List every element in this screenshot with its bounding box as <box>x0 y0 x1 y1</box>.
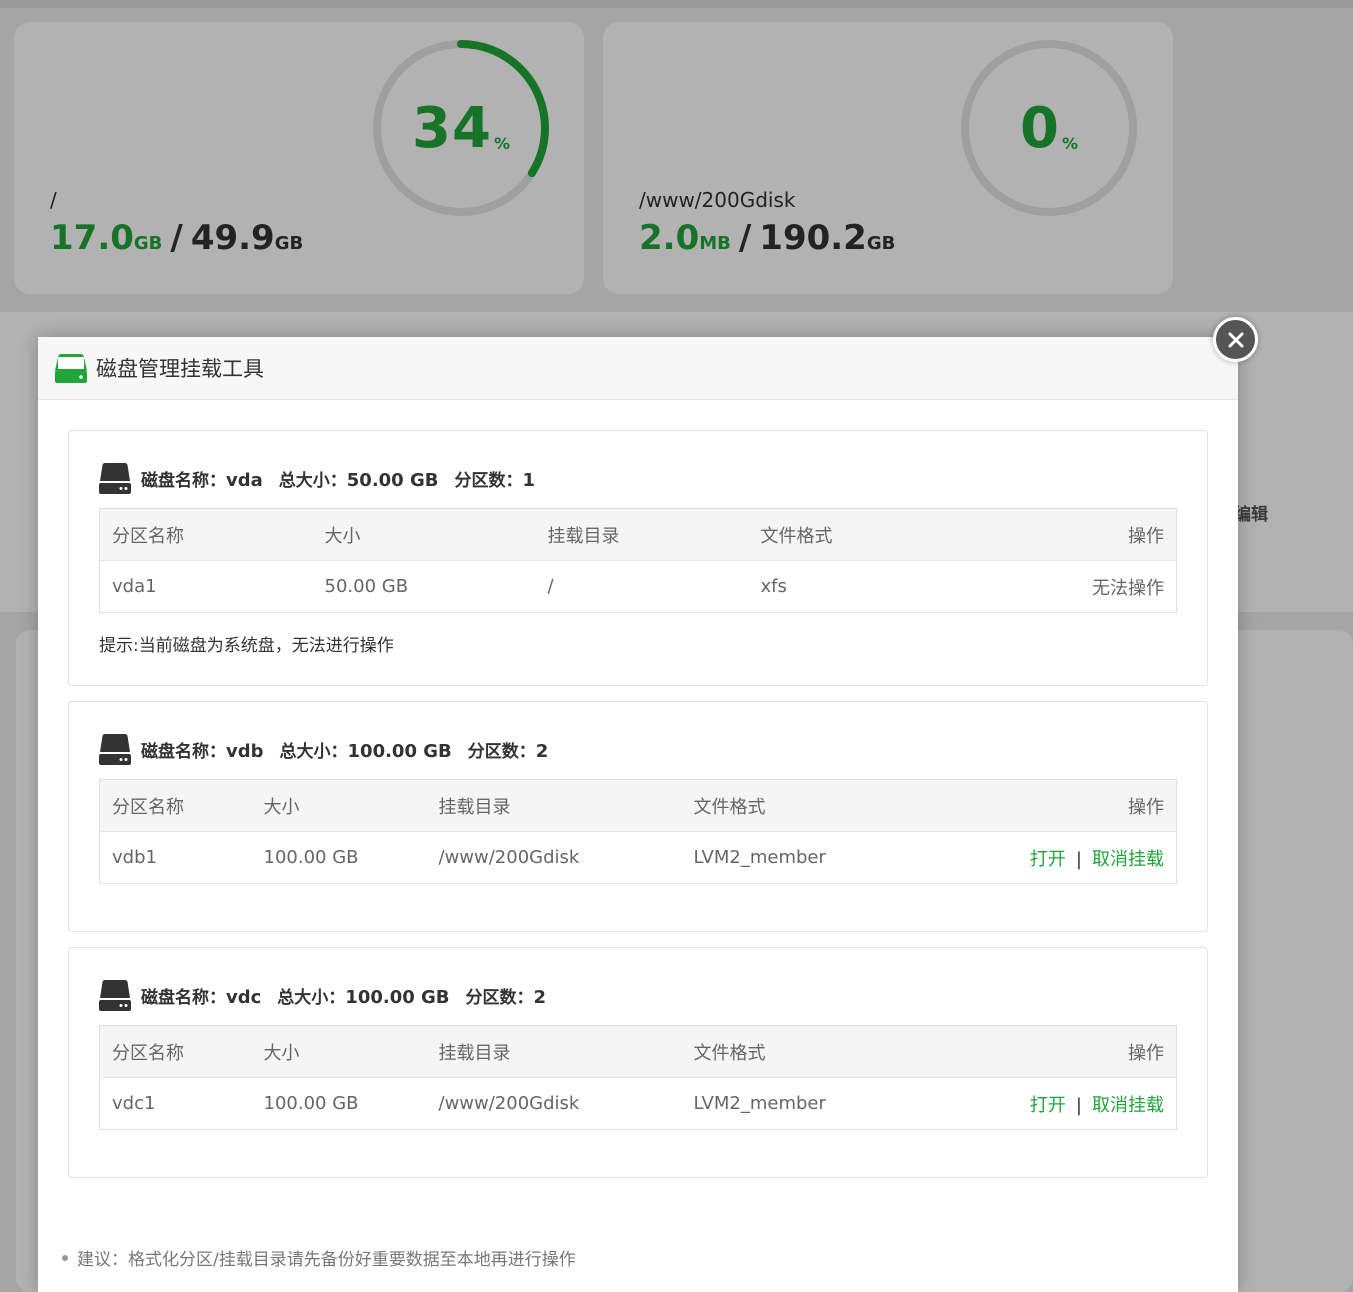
column-header: 挂载目录 <box>535 508 749 561</box>
column-header: 文件格式 <box>681 779 932 832</box>
column-header: 操作 <box>998 508 1177 561</box>
disk-header: 磁盘名称：vda 总大小：50.00 GB 分区数：1 <box>99 461 551 495</box>
table-header-row: 分区名称 大小 挂载目录 文件格式 操作 <box>99 508 1177 561</box>
disk-size-label: 总大小： <box>278 470 347 491</box>
mount-dir: / <box>547 576 554 597</box>
disk-manager-dialog: 磁盘管理挂载工具 磁盘名称：vda 总大小：50.00 GB 分区数：1 分区名… <box>38 337 1238 1292</box>
open-button[interactable]: 打开 <box>1030 1095 1066 1116</box>
disk-section-vda: 磁盘名称：vda 总大小：50.00 GB 分区数：1 分区名称 大小 挂载目录… <box>68 430 1208 686</box>
advice-note: 建议：格式化分区/挂载目录请先备份好重要数据至本地再进行操作 <box>62 1245 576 1270</box>
column-header: 文件格式 <box>748 508 999 561</box>
disk-parts: 1 <box>522 469 535 491</box>
column-header: 大小 <box>312 508 536 561</box>
table-header-row: 分区名称 大小 挂载目录 文件格式 操作 <box>99 779 1177 832</box>
partition-table: 分区名称 大小 挂载目录 文件格式 操作 vdc1 100.00 GB /www… <box>99 1025 1177 1130</box>
column-header: 挂载目录 <box>426 1025 682 1078</box>
dialog-title: 磁盘管理挂载工具 <box>96 357 264 381</box>
disk-parts-label: 分区数： <box>454 470 523 491</box>
hard-disk-icon <box>99 980 131 1011</box>
operation-unavailable: 无法操作 <box>1092 577 1164 599</box>
hard-disk-icon <box>99 463 131 494</box>
column-header: 分区名称 <box>99 508 313 561</box>
file-format: LVM2_member <box>693 1093 826 1114</box>
partition-size: 100.00 GB <box>263 847 359 868</box>
column-header: 挂载目录 <box>426 779 682 832</box>
table-header-row: 分区名称 大小 挂载目录 文件格式 操作 <box>99 1025 1177 1078</box>
disk-parts: 2 <box>533 986 547 1008</box>
partition-table: 分区名称 大小 挂载目录 文件格式 操作 vda1 50.00 GB / xfs… <box>99 508 1177 613</box>
disk-section-vdb: 磁盘名称：vdb 总大小：100.00 GB 分区数：2 分区名称 大小 挂载目… <box>68 701 1208 932</box>
disk-name: vda <box>226 469 263 491</box>
disk-size-label: 总大小： <box>277 987 346 1008</box>
table-row: vda1 50.00 GB / xfs 无法操作 <box>100 561 1177 613</box>
disk-section-vdc: 磁盘名称：vdc 总大小：100.00 GB 分区数：2 分区名称 大小 挂载目… <box>68 947 1208 1178</box>
column-header: 操作 <box>931 1025 1177 1078</box>
disk-parts-label: 分区数： <box>467 741 536 762</box>
operations-cell: 打开 | 取消挂载 <box>932 832 1177 884</box>
column-header: 文件格式 <box>681 1025 932 1078</box>
partition-name: vdb1 <box>112 847 157 868</box>
partition-size: 100.00 GB <box>263 1093 359 1114</box>
column-header: 分区名称 <box>99 1025 252 1078</box>
disk-parts: 2 <box>535 740 549 762</box>
disk-header: 磁盘名称：vdb 总大小：100.00 GB 分区数：2 <box>99 732 564 766</box>
table-row: vdc1 100.00 GB /www/200Gdisk LVM2_member… <box>100 1078 1177 1130</box>
disk-name-label: 磁盘名称： <box>141 741 226 762</box>
disk-name: vdb <box>226 740 264 762</box>
partition-size: 50.00 GB <box>324 576 409 597</box>
column-header: 分区名称 <box>99 779 252 832</box>
operations-cell: 打开 | 取消挂载 <box>932 1078 1177 1130</box>
file-format: xfs <box>760 576 787 597</box>
hard-disk-icon <box>99 734 131 765</box>
system-disk-tip: 提示:当前磁盘为系统盘，无法进行操作 <box>99 636 394 656</box>
disk-size: 100.00 GB <box>345 986 450 1008</box>
close-dialog-button[interactable] <box>1213 317 1258 362</box>
mount-dir-link[interactable]: /www/200Gdisk <box>427 1078 682 1130</box>
disk-size-label: 总大小： <box>279 741 348 762</box>
unmount-button[interactable]: 取消挂载 <box>1092 1095 1164 1116</box>
dialog-header: 磁盘管理挂载工具 <box>38 337 1238 400</box>
disk-icon <box>55 354 87 383</box>
disk-name-label: 磁盘名称： <box>141 987 226 1008</box>
partition-name: vda1 <box>112 576 157 597</box>
open-button[interactable]: 打开 <box>1030 849 1066 870</box>
disk-size: 50.00 GB <box>346 469 439 491</box>
mount-dir-link[interactable]: /www/200Gdisk <box>427 832 682 884</box>
column-header: 操作 <box>931 779 1177 832</box>
op-separator: | <box>1075 848 1082 870</box>
column-header: 大小 <box>251 1025 427 1078</box>
disk-name: vdc <box>226 986 262 1008</box>
close-icon <box>1228 332 1243 347</box>
partition-table: 分区名称 大小 挂载目录 文件格式 操作 vdb1 100.00 GB /www… <box>99 779 1177 884</box>
disk-size: 100.00 GB <box>347 740 452 762</box>
disk-header: 磁盘名称：vdc 总大小：100.00 GB 分区数：2 <box>99 978 562 1012</box>
file-format: LVM2_member <box>693 847 826 868</box>
disk-name-label: 磁盘名称： <box>141 470 226 491</box>
column-header: 大小 <box>251 779 427 832</box>
table-row: vdb1 100.00 GB /www/200Gdisk LVM2_member… <box>100 832 1177 884</box>
advice-text: 建议：格式化分区/挂载目录请先备份好重要数据至本地再进行操作 <box>77 1250 576 1270</box>
op-separator: | <box>1075 1094 1082 1116</box>
partition-name: vdc1 <box>112 1093 156 1114</box>
disk-parts-label: 分区数： <box>465 987 534 1008</box>
unmount-button[interactable]: 取消挂载 <box>1092 849 1164 870</box>
bullet-dot <box>62 1254 68 1261</box>
